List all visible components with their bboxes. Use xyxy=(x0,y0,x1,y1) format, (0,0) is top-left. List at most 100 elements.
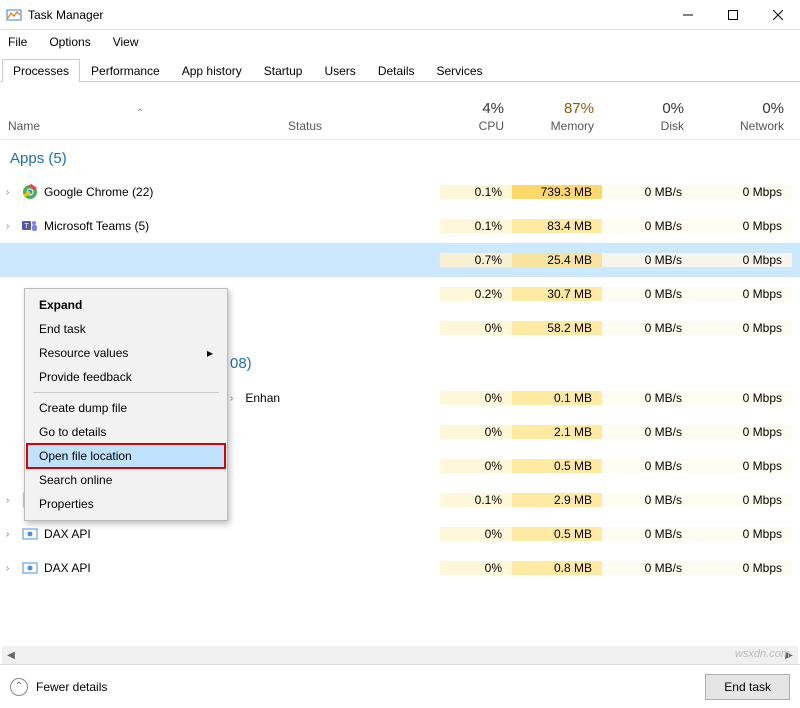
context-item-resource-values[interactable]: Resource values▸ xyxy=(27,341,225,365)
disk-cell: 0 MB/s xyxy=(602,219,692,233)
context-item-properties[interactable]: Properties xyxy=(27,492,225,516)
memory-cell: 83.4 MB xyxy=(512,219,602,233)
minimize-button[interactable] xyxy=(665,0,710,30)
svg-text:T: T xyxy=(24,223,29,230)
menu-file[interactable]: File xyxy=(4,33,31,51)
cpu-cell: 0% xyxy=(440,321,512,335)
cpu-cell: 0% xyxy=(440,561,512,575)
tab-bar: Processes Performance App history Startu… xyxy=(0,54,800,82)
column-headers: ⌃ Name Status 4% CPU 87% Memory 0% Disk … xyxy=(0,82,800,140)
menu-view[interactable]: View xyxy=(109,33,143,51)
network-cell: 0 Mbps xyxy=(692,219,792,233)
process-name: DAX API xyxy=(44,527,91,541)
process-row[interactable]: › Google Chrome (22) 0.1%739.3 MB0 MB/s0 M… xyxy=(0,175,800,209)
context-item-search-online[interactable]: Search online xyxy=(27,468,225,492)
context-item-expand[interactable]: Expand xyxy=(27,293,225,317)
col-network[interactable]: 0% Network xyxy=(692,82,792,139)
chevron-right-icon: › xyxy=(6,221,16,232)
process-row[interactable]: ›DAX API0%0.8 MB0 MB/s0 Mbps xyxy=(0,551,800,585)
process-name: DAX API xyxy=(44,561,91,575)
end-task-button[interactable]: End task xyxy=(705,674,790,700)
chevron-right-icon: › xyxy=(6,495,16,506)
col-cpu[interactable]: 4% CPU xyxy=(440,82,512,139)
process-icon xyxy=(22,526,38,542)
disk-cell: 0 MB/s xyxy=(602,253,692,267)
process-row[interactable]: › DAX API 0%0.5 MB0 MB/s0 Mbps xyxy=(0,517,800,551)
cpu-cell: 0% xyxy=(440,527,512,541)
scroll-left-icon[interactable]: ◀ xyxy=(2,646,20,664)
tab-app-history[interactable]: App history xyxy=(171,59,253,82)
network-cell: 0 Mbps xyxy=(692,321,792,335)
memory-cell: 30.7 MB xyxy=(512,287,602,301)
menu-bar: File Options View xyxy=(0,30,800,54)
submenu-arrow-icon: ▸ xyxy=(207,346,213,360)
chevron-up-icon: ⌃ xyxy=(10,678,28,696)
memory-cell: 0.1 MB xyxy=(512,391,602,405)
tab-services[interactable]: Services xyxy=(426,59,494,82)
memory-cell: 739.3 MB xyxy=(512,185,602,199)
context-separator xyxy=(33,392,219,393)
tab-processes[interactable]: Processes xyxy=(2,59,80,82)
cpu-cell: 0.1% xyxy=(440,493,512,507)
tab-startup[interactable]: Startup xyxy=(253,59,314,82)
disk-cell: 0 MB/s xyxy=(602,185,692,199)
process-row[interactable]: 0.7%25.4 MB0 MB/s0 Mbps xyxy=(0,243,800,277)
network-cell: 0 Mbps xyxy=(692,391,792,405)
maximize-button[interactable] xyxy=(710,0,755,30)
fewer-details-button[interactable]: ⌃ Fewer details xyxy=(10,678,107,696)
cpu-cell: 0.2% xyxy=(440,287,512,301)
disk-cell: 0 MB/s xyxy=(602,561,692,575)
disk-cell: 0 MB/s xyxy=(602,287,692,301)
group-apps[interactable]: Apps (5) xyxy=(0,140,800,175)
process-icon: T xyxy=(22,218,38,234)
context-item-end-task[interactable]: End task xyxy=(27,317,225,341)
process-row[interactable]: ›TMicrosoft Teams (5)0.1%83.4 MB0 MB/s0 … xyxy=(0,209,800,243)
process-name: Enhan... xyxy=(245,391,280,405)
memory-cell: 0.5 MB xyxy=(512,527,602,541)
col-status[interactable]: Status xyxy=(280,82,440,139)
tab-details[interactable]: Details xyxy=(367,59,426,82)
cpu-cell: 0.1% xyxy=(440,185,512,199)
memory-cell: 2.9 MB xyxy=(512,493,602,507)
process-icon xyxy=(22,184,38,200)
menu-options[interactable]: Options xyxy=(45,33,94,51)
cpu-cell: 0.7% xyxy=(440,253,512,267)
context-item-provide-feedback[interactable]: Provide feedback xyxy=(27,365,225,389)
network-cell: 0 Mbps xyxy=(692,185,792,199)
footer: ⌃ Fewer details End task xyxy=(0,664,800,708)
context-menu: ExpandEnd taskResource values▸Provide fe… xyxy=(24,288,228,521)
sort-indicator-icon: ⌃ xyxy=(8,108,272,119)
context-item-open-file-location[interactable]: Open file location xyxy=(27,444,225,468)
context-item-create-dump-file[interactable]: Create dump file xyxy=(27,396,225,420)
disk-cell: 0 MB/s xyxy=(602,321,692,335)
watermark: wsxdn.com xyxy=(735,648,790,660)
disk-cell: 0 MB/s xyxy=(602,527,692,541)
memory-cell: 58.2 MB xyxy=(512,321,602,335)
col-name[interactable]: ⌃ Name xyxy=(0,82,280,139)
cpu-cell: 0% xyxy=(440,425,512,439)
close-button[interactable] xyxy=(755,0,800,30)
chevron-right-icon: › xyxy=(6,187,16,198)
network-cell: 0 Mbps xyxy=(692,425,792,439)
network-cell: 0 Mbps xyxy=(692,561,792,575)
disk-cell: 0 MB/s xyxy=(602,391,692,405)
horizontal-scrollbar[interactable]: ◀ ▶ xyxy=(2,646,798,664)
tab-performance[interactable]: Performance xyxy=(80,59,171,82)
col-memory[interactable]: 87% Memory xyxy=(512,82,602,139)
network-cell: 0 Mbps xyxy=(692,459,792,473)
memory-cell: 0.5 MB xyxy=(512,459,602,473)
chevron-right-icon: › xyxy=(6,563,16,574)
cpu-cell: 0.1% xyxy=(440,219,512,233)
cpu-cell: 0% xyxy=(440,391,512,405)
disk-cell: 0 MB/s xyxy=(602,493,692,507)
network-cell: 0 Mbps xyxy=(692,527,792,541)
col-disk[interactable]: 0% Disk xyxy=(602,82,692,139)
tab-users[interactable]: Users xyxy=(313,59,366,82)
process-name: Google Chrome (22) xyxy=(44,185,153,199)
process-icon xyxy=(22,560,38,576)
network-cell: 0 Mbps xyxy=(692,287,792,301)
chevron-right-icon: › xyxy=(6,529,16,540)
context-item-go-to-details[interactable]: Go to details xyxy=(27,420,225,444)
disk-cell: 0 MB/s xyxy=(602,459,692,473)
cpu-cell: 0% xyxy=(440,459,512,473)
